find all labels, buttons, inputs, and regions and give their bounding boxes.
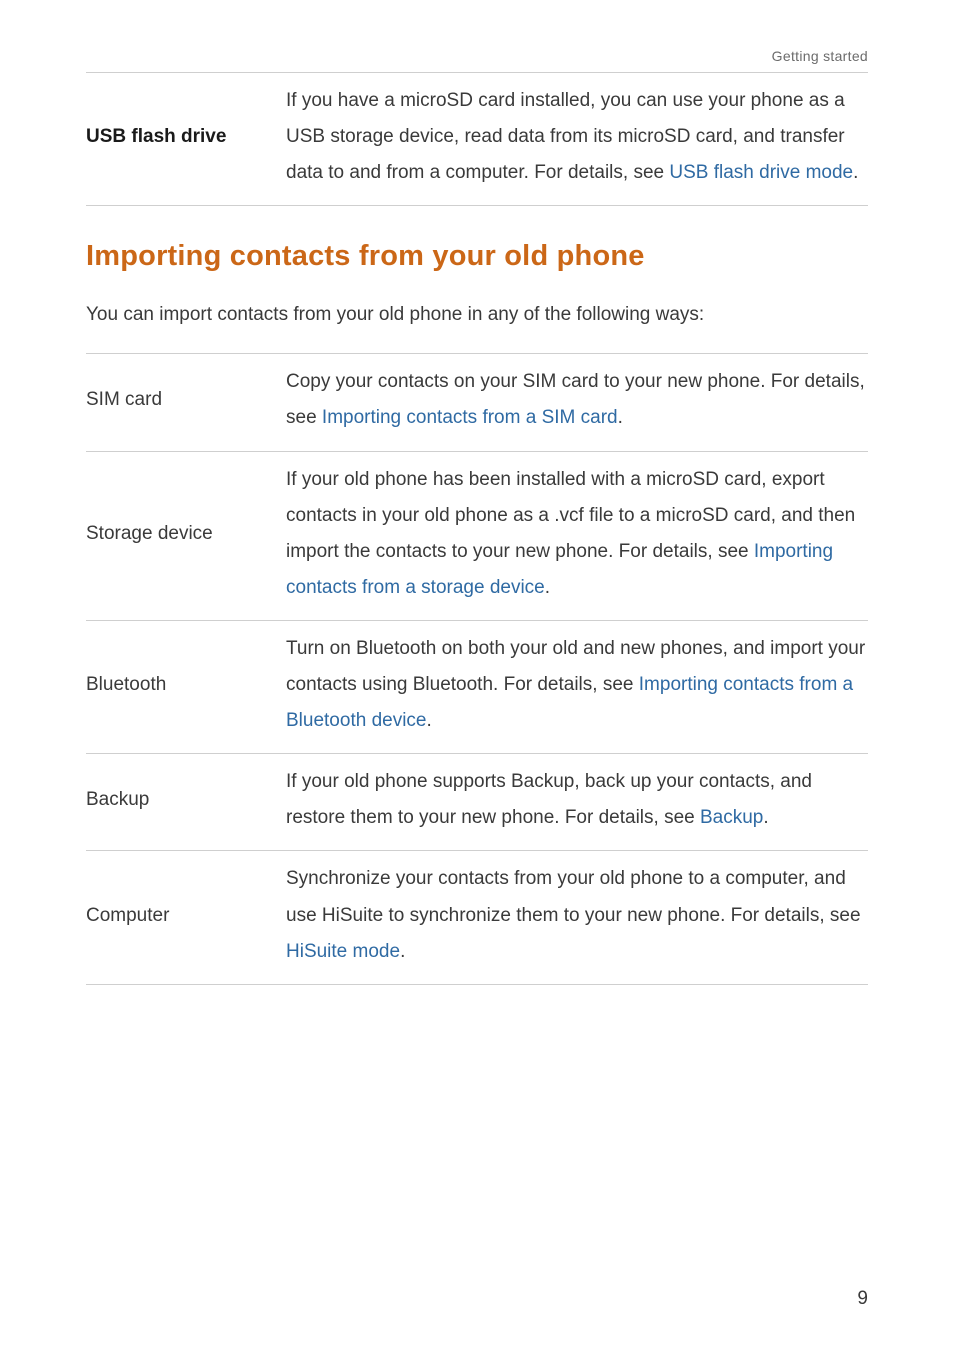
row-desc-computer: Synchronize your contacts from your old … <box>286 861 868 969</box>
row-label-backup: Backup <box>86 782 286 818</box>
table-row-backup: Backup If your old phone supports Backup… <box>86 754 868 850</box>
row-label-bluetooth: Bluetooth <box>86 667 286 703</box>
row-after-storage: . <box>545 577 550 598</box>
row-after-computer: . <box>400 941 405 962</box>
row-desc-bluetooth: Turn on Bluetooth on both your old and n… <box>286 631 868 739</box>
table-row-storage: Storage device If your old phone has bee… <box>86 452 868 620</box>
row-label-storage: Storage device <box>86 516 286 552</box>
link-usb-flash-drive-mode[interactable]: USB flash drive mode <box>669 162 853 183</box>
lead-paragraph: You can import contacts from your old ph… <box>86 297 868 333</box>
page-number: 9 <box>857 1288 868 1310</box>
breadcrumb: Getting started <box>86 48 868 64</box>
row-text-computer: Synchronize your contacts from your old … <box>286 868 861 925</box>
row-label-usb: USB flash drive <box>86 119 286 155</box>
page-title: Importing contacts from your old phone <box>86 240 868 273</box>
link-hisuite[interactable]: HiSuite mode <box>286 941 400 962</box>
row-desc-sim: Copy your contacts on your SIM card to y… <box>286 364 868 436</box>
row-after-usb: . <box>853 162 858 183</box>
row-desc-backup: If your old phone supports Backup, back … <box>286 764 868 836</box>
table-row-usb: USB flash drive If you have a microSD ca… <box>86 73 868 205</box>
divider <box>86 984 868 985</box>
row-label-sim: SIM card <box>86 382 286 418</box>
row-after-bluetooth: . <box>427 710 432 731</box>
divider <box>86 205 868 206</box>
row-desc-storage: If your old phone has been installed wit… <box>286 462 868 606</box>
table-row-computer: Computer Synchronize your contacts from … <box>86 851 868 983</box>
table-row-sim: SIM card Copy your contacts on your SIM … <box>86 354 868 450</box>
row-after-sim: . <box>618 407 623 428</box>
table-row-bluetooth: Bluetooth Turn on Bluetooth on both your… <box>86 621 868 753</box>
link-backup[interactable]: Backup <box>700 807 763 828</box>
row-desc-usb: If you have a microSD card installed, yo… <box>286 83 868 191</box>
link-import-sim[interactable]: Importing contacts from a SIM card <box>322 407 618 428</box>
page: Getting started USB flash drive If you h… <box>0 0 954 1352</box>
row-label-computer: Computer <box>86 898 286 934</box>
row-after-backup: . <box>763 807 768 828</box>
